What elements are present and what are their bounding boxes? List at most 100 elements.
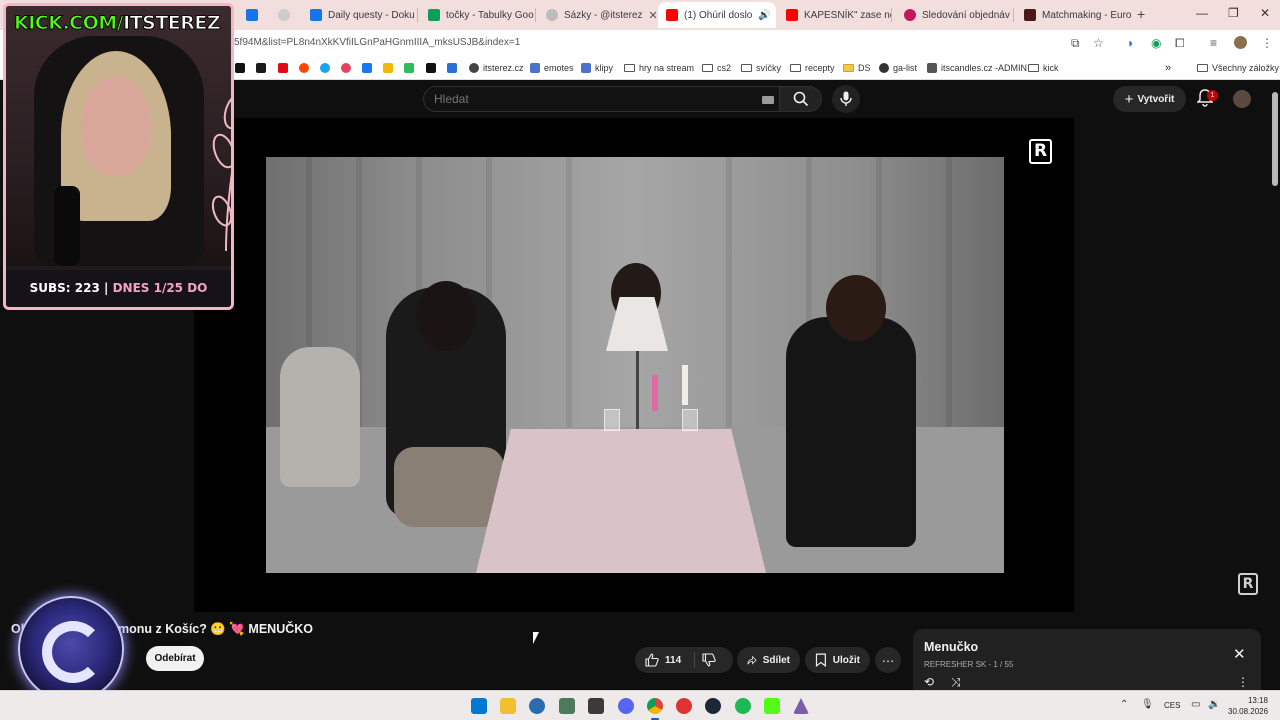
minecraft-like-icon[interactable] [588, 698, 604, 714]
bookmark-yellow[interactable] [383, 61, 393, 75]
profile-avatar[interactable] [1234, 36, 1247, 49]
bookmark-klipy[interactable]: klipy [581, 61, 613, 75]
extension-translate-icon[interactable]: ◗ [1127, 36, 1134, 50]
voice-search-button[interactable] [832, 85, 860, 113]
video-frame[interactable] [266, 157, 1004, 573]
bookmark-folder-cs2[interactable]: cs2 [702, 61, 731, 75]
bookmark-download[interactable] [426, 61, 436, 75]
bookmark-label: recepty [805, 63, 835, 73]
save-button[interactable]: Uložit [805, 647, 870, 673]
bookmark-ga-list[interactable]: ga-list [879, 61, 917, 75]
file-explorer-icon[interactable] [500, 698, 516, 714]
playlist-channel[interactable]: REFRESHER SK [924, 660, 986, 669]
puzzle-icon[interactable]: ⧠ [1175, 36, 1185, 51]
kick-icon[interactable] [764, 698, 780, 714]
app-icon[interactable] [676, 698, 692, 714]
speaker-icon[interactable]: 🔊 [758, 10, 770, 21]
dislike-button[interactable] [702, 653, 716, 672]
minimize-icon[interactable]: — [1196, 6, 1208, 20]
scrollbar-thumb[interactable] [1272, 92, 1278, 186]
tab-sledovani[interactable]: Sledování objednáv ✕ [896, 4, 1014, 26]
globe-icon [546, 9, 558, 21]
loop-icon[interactable]: ⟲ [924, 675, 934, 689]
bookmark-blue[interactable] [320, 61, 330, 75]
star-icon[interactable]: ☆ [1093, 36, 1104, 50]
drive-like-icon[interactable] [793, 698, 809, 714]
maximize-icon[interactable]: ❐ [1228, 6, 1239, 20]
share-button[interactable]: Sdílet [737, 647, 800, 673]
bookmark-folder-ds[interactable]: DS [843, 61, 871, 75]
windows-start-icon[interactable] [471, 698, 487, 714]
create-button[interactable]: + Vytvořit [1113, 86, 1186, 112]
bookmark-label: svíčky [756, 63, 782, 73]
bookmark-reddit[interactable] [299, 61, 309, 75]
daily-text: DNES 1/25 DO !DAILY [112, 281, 208, 295]
microphone-icon[interactable]: 🎙 [1141, 699, 1154, 710]
subs-banner: SUBS: 223 | DNES 1/25 DO !DAILY [6, 270, 231, 307]
channel-branding-icon[interactable]: R [1238, 573, 1258, 595]
search-input[interactable] [434, 92, 589, 106]
install-app-icon[interactable]: ⧉ [1071, 36, 1080, 51]
bookmark-tiktok[interactable] [256, 61, 266, 75]
menu-dots-icon[interactable]: ⋮ [1261, 36, 1273, 50]
url-field[interactable]: 5f94M&list=PL8n4nXkKVfiILGnPaHGnmIIIA_mk… [234, 37, 520, 48]
kick-name: ITSTEREZ [123, 12, 222, 35]
search-box[interactable] [423, 86, 780, 112]
steam-icon[interactable] [705, 698, 721, 714]
bookmark-folder-recepty[interactable]: recepty [790, 61, 835, 75]
bookmark-green[interactable] [404, 61, 414, 75]
close-icon[interactable]: ✕ [649, 9, 656, 22]
tab-kapesnik[interactable]: KAPESNÍK" zase ne ✕ [778, 4, 892, 26]
like-button[interactable]: 114 [635, 647, 733, 673]
tab-label: točky - Tabulky Goo [446, 9, 534, 21]
close-icon[interactable]: ✕ [1233, 645, 1246, 663]
tab-tocky[interactable]: točky - Tabulky Goo ✕ [420, 4, 536, 26]
bookmark-pink[interactable] [341, 61, 351, 75]
bookmark-label: hry na stream [639, 63, 695, 73]
c-app-icon[interactable] [529, 698, 545, 714]
tab-search-icon[interactable]: ≡ [1210, 36, 1217, 50]
tab-daily-questy[interactable]: Daily questy - Doku ✕ [302, 4, 418, 26]
playlist-title[interactable]: Menučko [924, 640, 978, 654]
shop-icon [904, 9, 916, 21]
avatar[interactable] [1233, 90, 1251, 108]
tab-matchmaking[interactable]: Matchmaking - Euro ✕ [1016, 4, 1132, 26]
volume-icon[interactable]: 🔉 [1208, 699, 1220, 710]
new-tab-icon[interactable]: + [1137, 6, 1145, 22]
network-icon[interactable]: ▭ [1191, 699, 1200, 710]
more-actions-icon[interactable]: … [875, 647, 901, 673]
bookmark-itscandles[interactable]: itscandles.cz -ADMIN [927, 61, 1027, 75]
bookmark-emotes[interactable]: emotes [530, 61, 574, 75]
chevron-double-right-icon[interactable]: » [1165, 61, 1171, 75]
tab-pinned-other[interactable] [270, 4, 292, 26]
bookmark-folder-svicky[interactable]: svíčky [741, 61, 781, 75]
shuffle-icon[interactable]: ⤨ [951, 675, 961, 690]
chrome-icon[interactable] [647, 698, 663, 714]
bookmark-itsterez[interactable]: itsterez.cz [469, 61, 524, 75]
language-indicator[interactable]: CES [1164, 701, 1180, 710]
extension-icon[interactable]: ◉ [1151, 36, 1161, 50]
window-close-icon[interactable]: ✕ [1260, 6, 1270, 20]
tab-pinned-docs[interactable] [238, 4, 260, 26]
streamer-webcam-overlay: KICK.COM/ITSTEREZ SUBS: 223 | DNES 1/25 … [3, 3, 234, 310]
bookmark-blue2[interactable] [447, 61, 457, 75]
chevron-up-icon[interactable]: ⌃ [1120, 699, 1128, 710]
subs-count: SUBS: 223 | [29, 281, 113, 295]
bookmark-folder-kick[interactable]: kick [1028, 61, 1059, 75]
microphone-icon [840, 91, 852, 106]
bookmark-x[interactable] [235, 61, 245, 75]
subscribe-button[interactable]: Odebírat [146, 646, 204, 671]
discord-icon[interactable] [618, 698, 634, 714]
tab-youtube-active[interactable]: (1) Ohúril doslo 🔊 ✕ [658, 2, 776, 28]
bookmark-folder-hry[interactable]: hry na stream [624, 61, 694, 75]
spotify-icon[interactable] [735, 698, 751, 714]
bookmark-paypal[interactable] [362, 61, 372, 75]
search-button[interactable] [780, 86, 822, 112]
all-bookmarks[interactable]: Všechny záložky [1197, 61, 1279, 75]
excel-like-icon[interactable] [559, 698, 575, 714]
clock[interactable]: 13:18 30.08.2026 [1228, 695, 1268, 717]
menu-dots-icon[interactable]: ⋮ [1237, 675, 1249, 689]
tab-sazky[interactable]: Sázky - @itsterez ✕ [538, 4, 656, 26]
keyboard-icon[interactable] [762, 96, 774, 104]
bookmark-netflix[interactable] [278, 61, 288, 75]
